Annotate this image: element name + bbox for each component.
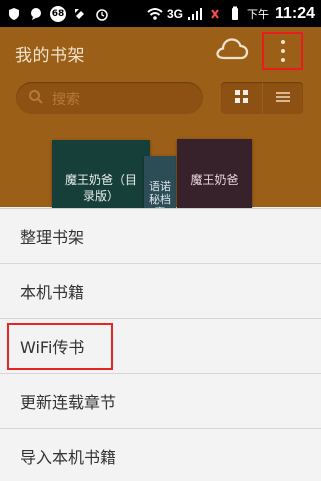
close-icon: [207, 6, 223, 22]
status-bar: 68 3G 下午 11:24: [0, 0, 321, 27]
badge-icon: 68: [50, 5, 66, 22]
more-options-button[interactable]: [262, 32, 303, 70]
more-vertical-icon: [280, 40, 286, 62]
status-right-group: 3G 下午 11:24: [147, 5, 315, 23]
chat-bubble-icon: [28, 6, 44, 22]
menu-item-wifi-transfer[interactable]: WiFi传书: [0, 319, 321, 374]
time-prefix: 下午: [246, 7, 269, 21]
wifi-icon: [147, 6, 163, 22]
battery-icon: [227, 6, 243, 22]
overflow-menu: 整理书架 本机书籍 WiFi传书 更新连载章节 导入本机书籍: [0, 208, 321, 481]
page-title: 我的书架: [15, 46, 85, 66]
grid-view-icon: [234, 89, 249, 108]
clock: 11:24: [274, 4, 315, 22]
bookshelf: 魔王奶爸（目录版） 语诺秘档案 魔王奶爸: [0, 120, 321, 228]
sync-icon: [72, 6, 88, 22]
alarm-icon: [94, 6, 110, 22]
shield-icon: [6, 6, 22, 22]
search-row: 搜索: [16, 82, 305, 116]
menu-item-local-books[interactable]: 本机书籍: [0, 264, 321, 319]
search-input[interactable]: 搜索: [16, 82, 203, 114]
search-placeholder: 搜索: [52, 92, 80, 108]
app-header: 我的书架: [0, 27, 321, 75]
list-view-icon: [275, 89, 291, 108]
status-left-group: 68: [6, 5, 110, 22]
view-toggle: [221, 82, 303, 114]
signal-icon: [187, 6, 203, 22]
grid-view-button[interactable]: [221, 82, 262, 114]
search-icon: [28, 89, 44, 105]
menu-item-import-local-books[interactable]: 导入本机书籍: [0, 429, 321, 481]
app-screen: 68 3G 下午 11:24 我的书架 搜索 魔王奶爸（目录版） 语诺秘档 魔王…: [0, 0, 321, 481]
cloud-icon[interactable]: [215, 37, 249, 63]
list-view-button[interactable]: [262, 82, 303, 114]
network-type: 3G: [166, 6, 183, 21]
menu-item-update-chapters[interactable]: 更新连载章节: [0, 374, 321, 429]
menu-item-organize-shelf[interactable]: 整理书架: [0, 209, 321, 264]
